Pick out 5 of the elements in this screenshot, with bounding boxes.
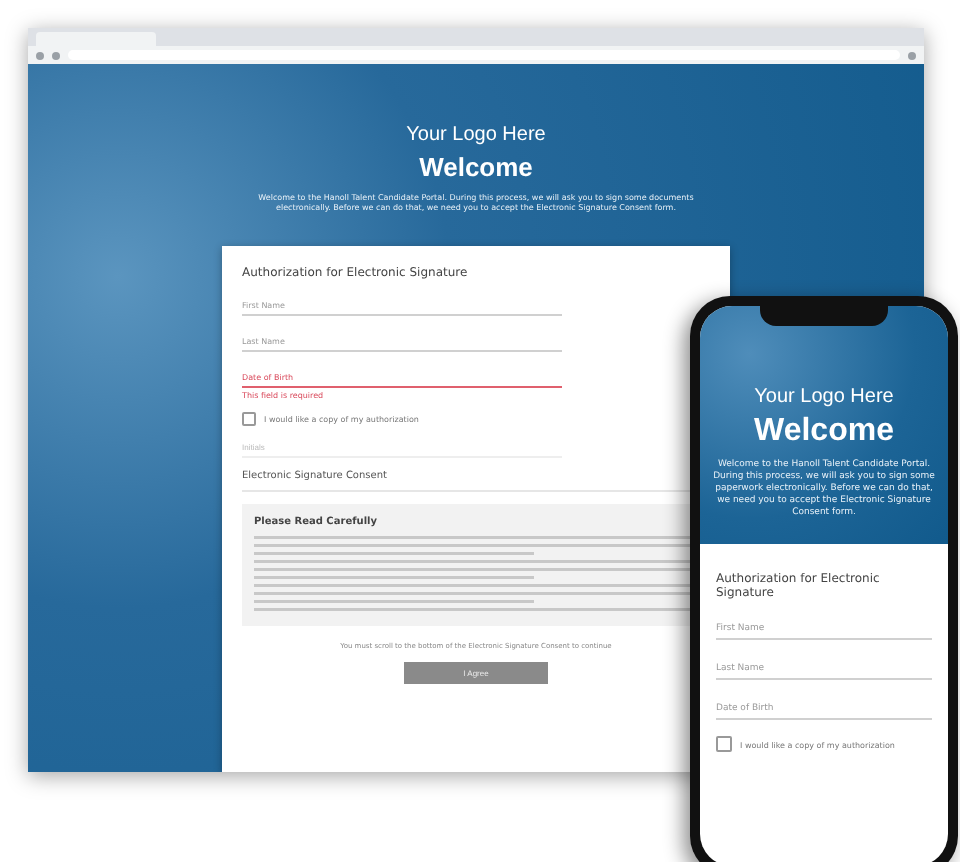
phone-notch bbox=[760, 306, 888, 326]
welcome-heading: Welcome bbox=[419, 152, 533, 182]
welcome-heading: Welcome bbox=[754, 414, 894, 450]
logo-text: Your Logo Here bbox=[406, 124, 546, 146]
logo-text: Your Logo Here bbox=[754, 386, 894, 408]
